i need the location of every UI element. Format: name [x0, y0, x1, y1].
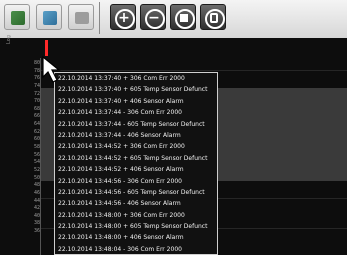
y-tick-label: 62	[33, 128, 40, 135]
plus-glyph: +	[118, 10, 130, 26]
y-tick-label: 64	[33, 121, 40, 128]
y-tick-label: 78	[33, 67, 40, 74]
y-tick-label: 52	[33, 166, 40, 173]
y-tick-label: 44	[33, 197, 40, 204]
y-tick-label: 68	[33, 105, 40, 112]
log-entry-row[interactable]: 22.10.2014 13:48:04 - 306 Com Err 2000	[55, 244, 217, 254]
floppy-disk-icon	[75, 12, 89, 24]
lock-icon	[210, 13, 218, 23]
open-file-button[interactable]	[4, 4, 30, 30]
stop-button[interactable]	[170, 4, 196, 30]
log-entry-row[interactable]: 22.10.2014 13:37:40 + 406 Sensor Alarm	[55, 96, 217, 107]
log-entry-row[interactable]: 22.10.2014 13:48:00 + 306 Com Err 2000	[55, 210, 217, 221]
lock-button[interactable]	[200, 4, 226, 30]
log-entry-row[interactable]: 22.10.2014 13:37:44 - 306 Com Err 2000	[55, 107, 217, 118]
log-entry-row[interactable]: 22.10.2014 13:44:52 + 306 Com Err 2000	[55, 141, 217, 152]
log-entry-row[interactable]: 22.10.2014 13:44:56 - 406 Sensor Alarm	[55, 198, 217, 209]
log-entry-row[interactable]: 22.10.2014 13:37:44 - 406 Sensor Alarm	[55, 130, 217, 141]
y-tick-label: 80	[33, 60, 40, 66]
toolbar-separator	[99, 2, 100, 34]
refresh-file-button[interactable]	[36, 4, 62, 30]
minus-glyph: −	[148, 10, 160, 26]
y-tick-label: 76	[33, 75, 40, 82]
time-cursor-marker[interactable]	[45, 40, 48, 56]
y-tick-label: 48	[33, 182, 40, 189]
log-entry-row[interactable]: 22.10.2014 13:44:56 - 605 Temp Sensor De…	[55, 187, 217, 198]
y-tick-label: 74	[33, 82, 40, 89]
y-tick-label: 56	[33, 151, 40, 158]
y-tick-label: 54	[33, 159, 40, 166]
y-tick-label: 72	[33, 90, 40, 97]
folder-open-icon	[11, 11, 25, 25]
y-tick-label: 60	[33, 136, 40, 143]
file-refresh-icon	[43, 11, 57, 25]
y-axis-ticks: 80 78 76 74 72 70 68 66 64 62 60 58 56 54 52 50 48 46 44 42…	[22, 60, 40, 236]
y-tick-label: 42	[33, 205, 40, 212]
y-axis-label: Log	[6, 35, 12, 44]
log-entry-row[interactable]: 22.10.2014 13:44:52 + 406 Sensor Alarm	[55, 164, 217, 175]
square-stop-icon	[180, 14, 188, 22]
log-entries-popup[interactable]: 22.10.2014 13:37:40 + 306 Com Err 2000 22…	[54, 72, 218, 255]
save-button[interactable]	[68, 4, 94, 30]
log-entry-row[interactable]: 22.10.2014 13:37:40 + 306 Com Err 2000	[55, 73, 217, 84]
mouse-pointer-icon	[42, 55, 61, 83]
add-button[interactable]: +	[110, 4, 136, 30]
log-chart-area[interactable]: Log 80 78 76 74 72 70 68 66 64 62 60 58 56 54 52 50 48 46…	[0, 35, 347, 255]
y-tick-label: 36	[33, 228, 40, 235]
log-entry-row[interactable]: 22.10.2014 13:44:52 + 605 Temp Sensor De…	[55, 153, 217, 164]
log-entry-row[interactable]: 22.10.2014 13:37:44 - 605 Temp Sensor De…	[55, 119, 217, 130]
log-entry-row[interactable]: 22.10.2014 13:37:40 + 605 Temp Sensor De…	[55, 84, 217, 95]
remove-button[interactable]: −	[140, 4, 166, 30]
y-tick-label: 70	[33, 98, 40, 105]
log-entry-row[interactable]: 22.10.2014 13:48:00 + 605 Temp Sensor De…	[55, 221, 217, 232]
log-entry-row[interactable]: 22.10.2014 13:44:56 - 306 Com Err 2000	[55, 176, 217, 187]
grid-line	[41, 70, 347, 71]
y-tick-label: 58	[33, 144, 40, 151]
y-tick-label: 50	[33, 174, 40, 181]
y-tick-label: 66	[33, 113, 40, 120]
y-tick-label: 38	[33, 220, 40, 227]
y-tick-label: 40	[33, 212, 40, 219]
toolbar: + −	[0, 0, 347, 38]
y-tick-label: 46	[33, 189, 40, 196]
log-entries-list: 22.10.2014 13:37:40 + 306 Com Err 2000 22…	[55, 73, 217, 254]
log-entry-row[interactable]: 22.10.2014 13:48:00 + 406 Sensor Alarm	[55, 232, 217, 243]
